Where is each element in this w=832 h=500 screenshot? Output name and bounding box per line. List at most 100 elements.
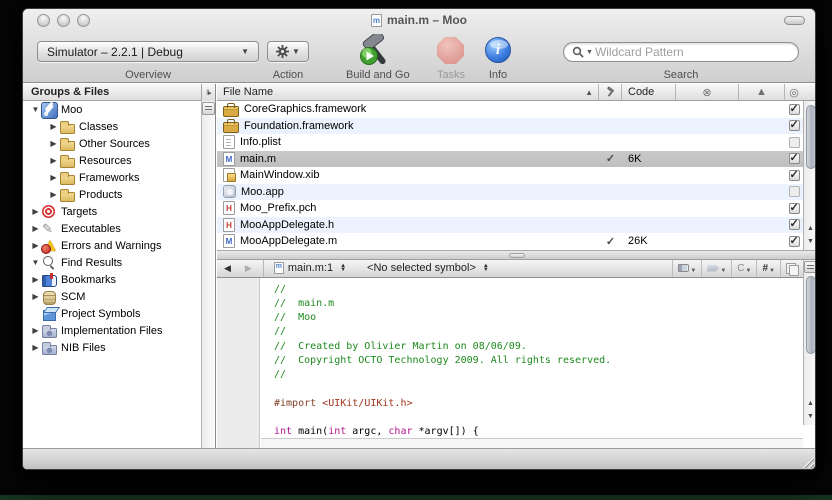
- file-row-foundation-framework[interactable]: Foundation.framework: [217, 118, 803, 135]
- disclosure-triangle[interactable]: ▶: [48, 156, 59, 165]
- counterpart-button[interactable]: [780, 260, 803, 277]
- file-row-mooappdelegate-m[interactable]: MooAppDelegate.m✓26K: [217, 233, 803, 250]
- code-line: [274, 411, 803, 425]
- action-button[interactable]: ▼: [267, 41, 309, 62]
- breakpoints-menu-button[interactable]: ▼: [701, 260, 731, 277]
- document-proxy-icon[interactable]: [371, 14, 382, 27]
- class-hierarchy-menu-button[interactable]: C▼: [731, 260, 756, 277]
- disclosure-triangle[interactable]: ▶: [30, 343, 41, 352]
- sidebar-item-implementation-files[interactable]: ▶Implementation Files: [23, 322, 202, 339]
- disclosure-triangle[interactable]: ▼: [30, 258, 41, 267]
- sidebar-item-frameworks[interactable]: ▶Frameworks: [23, 169, 202, 186]
- titlebar[interactable]: main.m – Moo: [23, 9, 815, 31]
- code-line: int main(int argc, char *argv[]) {: [274, 425, 803, 438]
- symbol-stepper[interactable]: ▲▼: [483, 264, 489, 273]
- sidebar-item-scm[interactable]: ▶SCM: [23, 288, 202, 305]
- sidebar-item-other-sources[interactable]: ▶Other Sources: [23, 135, 202, 152]
- disclosure-triangle[interactable]: ▶: [30, 207, 41, 216]
- target-membership-checkbox[interactable]: [789, 104, 800, 115]
- column-warnings[interactable]: ▲: [739, 84, 785, 100]
- splitter-dimple: [509, 253, 525, 258]
- sidebar-display-menu-button[interactable]: [202, 102, 215, 115]
- disclosure-triangle[interactable]: ▶: [30, 275, 41, 284]
- disclosure-triangle[interactable]: ▶: [48, 122, 59, 131]
- history-forward-button[interactable]: ▶: [238, 263, 259, 274]
- history-back-button[interactable]: ◀: [217, 263, 238, 274]
- toolbar-toggle-pill[interactable]: [784, 16, 805, 25]
- disclosure-triangle[interactable]: ▶: [30, 224, 41, 233]
- sidebar-header[interactable]: Groups & Files: [23, 84, 215, 101]
- nav-file-popup[interactable]: main.m:1: [288, 262, 333, 274]
- target-membership-checkbox[interactable]: [789, 236, 800, 247]
- column-build[interactable]: [599, 84, 622, 100]
- file-row-moo-app[interactable]: Moo.app: [217, 184, 803, 201]
- overview-label: Overview: [37, 69, 259, 81]
- file-proxy-icon: [274, 262, 284, 274]
- file-stepper[interactable]: ▲▼: [340, 264, 346, 273]
- sidebar-scrollbar[interactable]: [201, 101, 215, 450]
- file-row-mainwindow-xib[interactable]: MainWindow.xib: [217, 167, 803, 184]
- column-errors[interactable]: ⊗: [676, 84, 739, 100]
- disclosure-triangle[interactable]: ▶: [30, 241, 41, 250]
- editor-split-button[interactable]: [804, 261, 816, 273]
- target-membership-checkbox[interactable]: [789, 186, 800, 197]
- sidebar-item-executables[interactable]: ▶Executables: [23, 220, 202, 237]
- scrollbar-thumb[interactable]: [806, 276, 816, 354]
- file-row-coregraphics-framework[interactable]: CoreGraphics.framework: [217, 101, 803, 118]
- sidebar-item-classes[interactable]: ▶Classes: [23, 118, 202, 135]
- sidebar-item-moo[interactable]: ▼Moo: [23, 101, 202, 118]
- target-membership-checkbox[interactable]: [789, 170, 800, 181]
- target-membership-checkbox[interactable]: [789, 219, 800, 230]
- nav-symbol-popup[interactable]: <No selected symbol>: [367, 262, 476, 274]
- disclosure-triangle[interactable]: ▶: [48, 173, 59, 182]
- editor-scrollbar[interactable]: ▲ ▼: [803, 260, 816, 426]
- file-row-info-plist[interactable]: Info.plist: [217, 134, 803, 151]
- resize-grip[interactable]: [801, 455, 814, 468]
- search-input[interactable]: [595, 45, 790, 59]
- code-editor[interactable]: //// main.m// Moo//// Created by Olivier…: [217, 278, 816, 439]
- target-membership-checkbox[interactable]: [789, 137, 800, 148]
- file-row-mooappdelegate-h[interactable]: MooAppDelegate.h: [217, 217, 803, 234]
- pane-splitter[interactable]: [217, 250, 816, 260]
- target-membership-checkbox[interactable]: [789, 120, 800, 131]
- plist-icon: [223, 135, 235, 149]
- target-membership-checkbox[interactable]: [789, 203, 800, 214]
- sidebar-item-resources[interactable]: ▶Resources: [23, 152, 202, 169]
- detail-pane: File Name ▲ Code ⊗ ▲: [217, 84, 816, 450]
- column-code[interactable]: Code: [622, 84, 676, 100]
- info-button[interactable]: i: [485, 37, 511, 63]
- disclosure-triangle[interactable]: ▼: [30, 105, 41, 114]
- search-field[interactable]: ▼: [563, 42, 799, 62]
- sidebar-item-project-symbols[interactable]: Project Symbols: [23, 305, 202, 322]
- scroll-down-arrow[interactable]: ▼: [807, 235, 814, 248]
- sidebar-item-errors-and-warnings[interactable]: ▶Errors and Warnings: [23, 237, 202, 254]
- bookmarks-menu-button[interactable]: ▼: [672, 260, 701, 277]
- disclosure-triangle[interactable]: ▶: [30, 292, 41, 301]
- sidebar-item-bookmarks[interactable]: ▶Bookmarks: [23, 271, 202, 288]
- disclosure-triangle[interactable]: ▶: [48, 139, 59, 148]
- sidebar-item-find-results[interactable]: ▼Find Results: [23, 254, 202, 271]
- scroll-up-arrow[interactable]: ▲: [807, 397, 814, 410]
- sidebar-item-products[interactable]: ▶Products: [23, 186, 202, 203]
- sidebar-item-targets[interactable]: ▶Targets: [23, 203, 202, 220]
- preprocessor-menu-button[interactable]: #▼: [756, 260, 780, 277]
- build-and-go-button[interactable]: [357, 34, 395, 67]
- code-text[interactable]: //// main.m// Moo//// Created by Olivier…: [261, 278, 803, 439]
- database-icon: [41, 289, 58, 305]
- disclosure-triangle[interactable]: ▶: [48, 190, 59, 199]
- disclosure-triangle[interactable]: ▶: [30, 326, 41, 335]
- file-row-moo-prefix-pch[interactable]: Moo_Prefix.pch: [217, 200, 803, 217]
- overview-popup[interactable]: Simulator – 2.2.1 | Debug ▼: [37, 41, 259, 62]
- scroll-up-arrow[interactable]: ▲: [807, 222, 814, 235]
- column-file-name[interactable]: File Name ▲: [217, 84, 599, 100]
- file-table-scrollbar[interactable]: ▲ ▼: [803, 101, 816, 250]
- column-target-membership[interactable]: ◎: [785, 84, 803, 100]
- scroll-down-arrow[interactable]: ▼: [807, 410, 814, 423]
- breakpoint-marker-icon: [707, 265, 719, 272]
- splitter-handle-icon[interactable]: ‖▸: [201, 84, 215, 101]
- sidebar-item-nib-files[interactable]: ▶NIB Files: [23, 339, 202, 356]
- file-row-main-m[interactable]: main.m✓6K: [217, 151, 803, 168]
- scrollbar-thumb[interactable]: [806, 105, 816, 169]
- code-size: [622, 134, 676, 151]
- target-membership-checkbox[interactable]: [789, 153, 800, 164]
